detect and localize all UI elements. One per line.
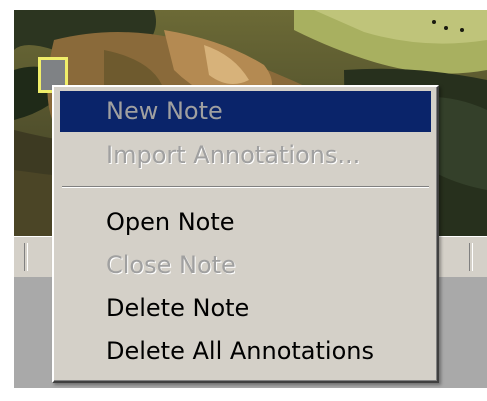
context-menu: New Note Import Annotations... Open Note…: [52, 85, 439, 383]
menu-item-import-annotations[interactable]: Import Annotations...: [60, 135, 431, 176]
menu-item-new-note[interactable]: New Note: [60, 91, 431, 132]
menu-item-open-note[interactable]: Open Note: [60, 202, 431, 243]
menu-item-delete-note[interactable]: Delete Note: [60, 288, 431, 329]
status-divider: [469, 243, 473, 271]
menu-item-close-note[interactable]: Close Note: [60, 245, 431, 286]
menu-separator: [62, 186, 429, 188]
window-bottom-edge: [14, 388, 487, 401]
menu-item-delete-all-annotations[interactable]: Delete All Annotations: [60, 331, 431, 372]
viewer-window: New Note Import Annotations... Open Note…: [0, 0, 487, 401]
status-divider: [24, 243, 28, 271]
